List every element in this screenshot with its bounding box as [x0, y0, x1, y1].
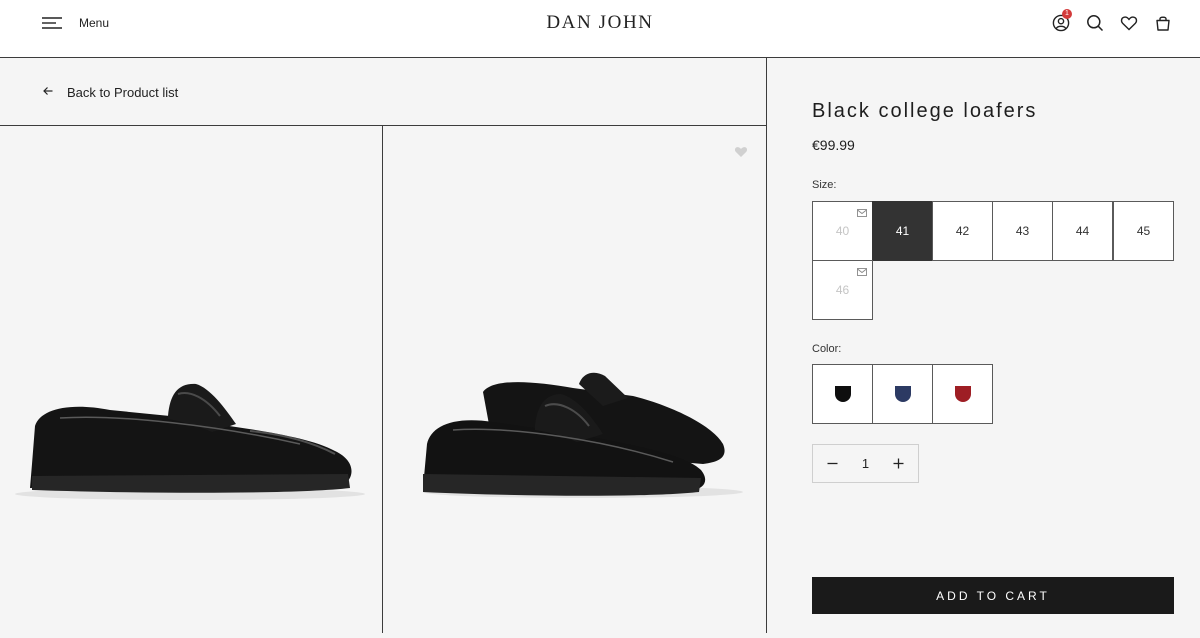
size-option[interactable]: 44 [1052, 201, 1113, 261]
back-to-product-list-link[interactable]: Back to Product list [43, 83, 178, 101]
size-option-selected[interactable]: 41 [872, 201, 933, 261]
site-header: Menu DAN JOHN 1 [0, 0, 1200, 58]
account-badge: 1 [1062, 9, 1072, 19]
quantity-value[interactable]: 1 [862, 456, 869, 471]
color-swatch-burgundy[interactable] [932, 364, 993, 424]
header-actions: 1 [1051, 9, 1173, 33]
favorite-heart-icon[interactable] [734, 145, 748, 163]
brand-logo[interactable]: DAN JOHN [546, 12, 653, 33]
wishlist-button[interactable] [1119, 13, 1139, 33]
search-icon [1085, 13, 1105, 33]
decrease-quantity-button[interactable] [825, 457, 839, 471]
size-label: Size: [812, 179, 837, 191]
product-gallery [0, 126, 767, 633]
back-link-label: Back to Product list [67, 84, 179, 100]
cart-button[interactable] [1153, 13, 1173, 33]
color-swatch-black[interactable] [812, 364, 873, 424]
size-option[interactable]: 42 [932, 201, 993, 261]
size-option[interactable]: 40 [812, 201, 873, 261]
account-button[interactable]: 1 [1051, 9, 1072, 33]
size-option[interactable]: 43 [992, 201, 1053, 261]
bag-icon [1153, 13, 1173, 33]
heart-icon [1119, 13, 1139, 33]
product-price: €99.99 [812, 137, 855, 153]
color-swatch-navy[interactable] [872, 364, 933, 424]
search-button[interactable] [1085, 13, 1105, 33]
back-bar: Back to Product list [0, 58, 767, 126]
menu-icon [41, 16, 63, 30]
menu-label: Menu [79, 16, 110, 30]
menu-button[interactable]: Menu [41, 13, 109, 33]
product-image-side[interactable] [0, 126, 383, 633]
color-label: Color: [812, 343, 842, 355]
arrow-left-icon [43, 83, 67, 101]
product-details-panel: Black college loafers €99.99 Size: 40 41… [767, 58, 1200, 633]
increase-quantity-button[interactable] [892, 457, 906, 471]
product-title: Black college loafers [812, 100, 1038, 122]
quantity-stepper: 1 [812, 444, 919, 483]
size-option[interactable]: 46 [812, 260, 873, 320]
mail-notify-icon [857, 265, 867, 279]
mail-notify-icon [857, 206, 867, 220]
size-option[interactable]: 45 [1113, 201, 1174, 261]
product-image-pair[interactable] [383, 126, 766, 633]
add-to-cart-button[interactable]: ADD TO CART [812, 577, 1174, 614]
